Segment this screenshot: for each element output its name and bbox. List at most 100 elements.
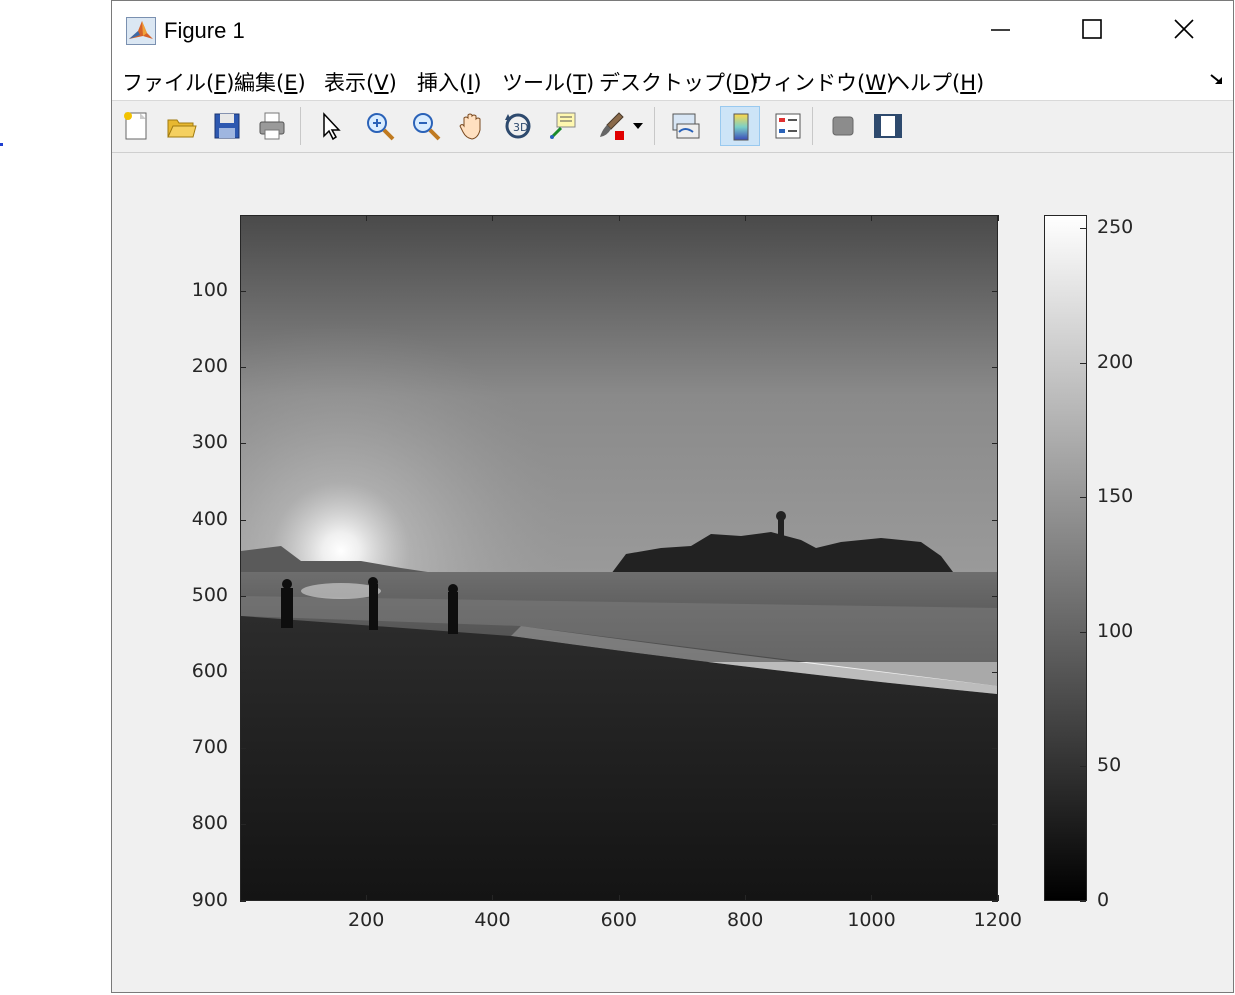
menu-bar: ファイル(F) 編集(E) 表示(V) 挿入(I) ツール(T) デスクトップ(D) ウィン… [112,59,1233,101]
pan-hand-button[interactable] [452,106,492,146]
y-tick-mark [992,671,998,673]
close-icon [1174,19,1194,39]
minimize-icon [991,29,1010,31]
y-tick-label: 500 [191,583,228,606]
y-tick-mark [992,367,998,369]
data-cursor-button[interactable] [543,106,583,146]
y-tick-label: 800 [191,812,228,835]
y-tick-mark [240,367,246,369]
zoom-in-icon [367,113,395,141]
colorbar-tick-label: 100 [1097,619,1134,642]
menu-item-e[interactable]: 編集(E) [234,67,306,97]
colorbar-tick-label: 0 [1097,889,1110,911]
chevron-down-icon [633,123,643,129]
colorbar-tick-label: 200 [1097,350,1134,373]
legend-icon [775,113,801,139]
y-tick-mark [992,824,998,826]
menu-item-i[interactable]: 挿入(I) [417,67,482,97]
brush-button[interactable] [591,106,631,146]
x-tick-label: 800 [727,909,764,931]
x-tick-mark [745,215,747,221]
x-tick-mark [366,215,368,221]
rotate-3d-button[interactable]: 3D [498,106,538,146]
y-tick-label: 100 [191,278,228,301]
y-tick-mark [240,671,246,673]
link-plot-button[interactable] [665,106,705,146]
show-plot-tools-icon [874,114,902,138]
menu-item-v[interactable]: 表示(V) [324,67,397,97]
new-figure-button[interactable] [116,106,156,146]
hide-plot-tools-icon [832,116,854,136]
hide-plot-tools-button[interactable] [823,106,863,146]
colorbar[interactable] [1044,215,1087,901]
maximize-button[interactable] [1047,1,1139,59]
x-tick-label: 400 [474,909,511,931]
colorbar-tick-label: 250 [1097,216,1134,239]
y-tick-mark [240,290,246,292]
title-bar[interactable]: Figure 1 [112,1,1233,59]
colorbar-tick-label: 50 [1097,754,1122,777]
show-plot-tools-button[interactable] [868,106,908,146]
save-icon [214,113,240,139]
toolbar-separator [300,107,301,145]
edit-plot-arrow-icon [323,112,341,141]
y-tick-label: 300 [191,431,228,454]
zoom-out-button[interactable] [406,106,446,146]
x-tick-mark [366,895,368,901]
save-button[interactable] [207,106,247,146]
x-tick-mark [997,895,999,901]
pan-hand-icon [459,113,481,140]
grayscale-beach-sunset-photo [241,216,997,900]
x-tick-label: 600 [600,909,637,931]
colorbar-tick-mark [1080,766,1086,768]
new-figure-icon [124,112,147,140]
close-button[interactable] [1139,1,1231,59]
x-tick-mark [492,215,494,221]
colorbar-button[interactable] [720,106,760,146]
menu-item-f[interactable]: ファイル(F) [122,67,235,97]
y-tick-label: 400 [191,507,228,530]
colorbar-tick-mark [1080,228,1086,230]
colorbar-icon [733,113,749,141]
brush-icon [600,112,624,140]
x-tick-mark [997,215,999,221]
x-tick-mark [618,895,620,901]
image-axes[interactable] [240,215,998,901]
toolbar-separator [654,107,655,145]
y-tick-label: 900 [191,888,228,911]
y-tick-mark [992,519,998,521]
rotate-3d-icon: 3D [505,113,531,139]
window-title: Figure 1 [164,18,245,43]
y-tick-mark [240,900,246,902]
print-button[interactable] [252,106,292,146]
brush-dropdown-arrow[interactable] [631,106,645,146]
colorbar-tick-mark [1080,901,1086,902]
x-tick-mark [492,895,494,901]
matlab-icon [126,17,156,45]
open-file-button[interactable] [161,106,201,146]
zoom-in-button[interactable] [360,106,400,146]
menu-item-d[interactable]: デスクトップ(D) [599,67,758,97]
svg-text:3D: 3D [513,121,528,134]
y-tick-mark [240,519,246,521]
x-tick-mark [745,895,747,901]
x-tick-label: 1000 [847,909,896,931]
y-tick-mark [240,824,246,826]
minimize-button[interactable] [955,1,1047,59]
y-tick-mark [992,290,998,292]
open-file-icon [167,119,197,138]
menu-item-w[interactable]: ウィンドウ(W) [752,67,894,97]
menu-item-t[interactable]: ツール(T) [502,67,594,97]
edit-plot-arrow-button[interactable] [310,106,350,146]
y-tick-label: 200 [191,355,228,378]
figure-canvas: 100 200 300 400 500 600 700 800 900 200 400 600 800… [112,153,1233,992]
zoom-out-icon [413,113,441,141]
colorbar-tick-label: 150 [1097,485,1134,508]
colorbar-tick-mark [1080,631,1086,633]
dock-arrow-icon[interactable] [1209,73,1225,87]
toolbar-separator [812,107,813,145]
legend-button[interactable] [768,106,808,146]
y-tick-mark [240,748,246,750]
menu-item-h[interactable]: ヘルプ(H) [889,67,984,97]
x-tick-mark [618,215,620,221]
